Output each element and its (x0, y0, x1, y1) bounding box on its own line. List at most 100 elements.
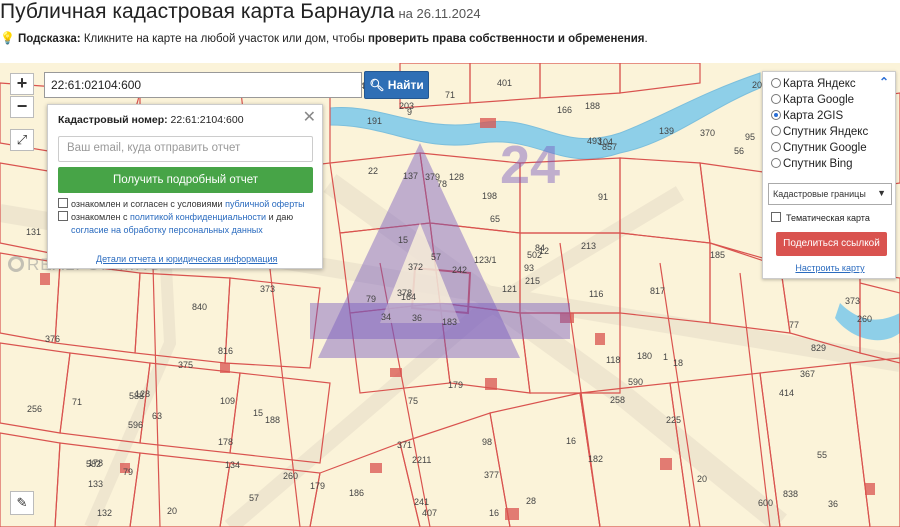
layer-option[interactable]: Спутник Google (771, 142, 867, 154)
parcel-number-label: 15 (253, 408, 263, 418)
parcel-number-label: 132 (97, 508, 112, 518)
parcel-number-label: 134 (225, 460, 240, 470)
parcel-number-label: 84 (535, 243, 545, 253)
parcel-number-label: 188 (265, 415, 280, 425)
parcel-number-label: 65 (490, 214, 500, 224)
parcel-number-label: 131 (26, 227, 41, 237)
parcel-number-label: 857 (602, 142, 617, 152)
privacy-checkbox[interactable] (58, 211, 68, 221)
email-field[interactable]: Ваш email, куда отправить отчет (58, 136, 313, 162)
parcel-number-label: 367 (800, 369, 815, 379)
cadastral-search-input[interactable]: 22:61:02104:600 (44, 72, 362, 98)
parcel-number-label: 188 (585, 101, 600, 111)
realform-icon (8, 256, 24, 272)
parcel-number-label: 407 (422, 508, 437, 518)
parcel-number-label: 71 (445, 90, 455, 100)
parcel-number-label: 817 (650, 286, 665, 296)
parcel-number-label: 116 (589, 289, 603, 299)
radio-button[interactable] (771, 78, 781, 88)
parcel-number-label: 93 (524, 263, 534, 273)
parcel-number-label: 109 (220, 396, 235, 406)
parcel-number-label: 139 (659, 126, 674, 136)
parcel-number-label: 166 (557, 105, 572, 115)
parcel-number-label: 16 (566, 436, 576, 446)
close-icon[interactable]: ✕ (303, 107, 316, 127)
layer-select[interactable]: Кадастровые границы ▼ (768, 183, 892, 205)
layer-select-value: Кадастровые границы (773, 189, 866, 199)
privacy-checkbox-row[interactable]: ознакомлен с политикой конфиденциальност… (58, 211, 293, 237)
zoom-out-button[interactable]: − (10, 96, 34, 118)
parcel-number-label: 57 (431, 252, 441, 262)
radio-button[interactable] (771, 158, 781, 168)
offer-checkbox[interactable] (58, 198, 68, 208)
parcel-number-label: 198 (482, 191, 497, 201)
parcel-number-label: 596 (128, 420, 143, 430)
parcel-number-label: 63 (152, 411, 162, 421)
parcel-number-label: 55 (817, 450, 827, 460)
parcel-number-label: 98 (482, 437, 492, 447)
radio-button[interactable] (771, 142, 781, 152)
get-report-button[interactable]: Получить подробный отчет (58, 167, 313, 193)
details-link[interactable]: Детали отчета и юридическая информация (96, 254, 277, 264)
cadastral-number-label: Кадастровый номер: (58, 114, 168, 126)
layers-panel: ⌃ Карта Яндекс Карта Google Карта 2GIS Спут… (762, 71, 896, 279)
parcel-number-label: 36 (828, 499, 838, 509)
parcel-number-label: 77 (789, 320, 799, 330)
zoom-in-button[interactable]: + (10, 73, 34, 95)
fullscreen-icon[interactable]: ⤢ (10, 129, 34, 151)
layer-option[interactable]: Карта Яндекс (771, 78, 856, 90)
radio-button[interactable] (771, 94, 781, 104)
offer-link[interactable]: публичной оферты (225, 199, 305, 209)
parcel-number-label: 840 (192, 302, 207, 312)
chevron-up-icon[interactable]: ⌃ (879, 75, 889, 89)
layer-option[interactable]: Спутник Яндекс (771, 126, 868, 138)
page-title-text: Публичная кадастровая карта Барнаула (0, 0, 395, 23)
parcel-number-label: 18 (673, 358, 683, 368)
search-button[interactable]: 🔍︎ Найти (364, 71, 429, 99)
parcel-number-label: 28 (526, 496, 536, 506)
parcel-number-label: 16 (489, 508, 499, 518)
layer-option[interactable]: Карта 2GIS (771, 110, 843, 122)
radio-button[interactable] (771, 126, 781, 136)
parcel-number-label: 79 (366, 294, 376, 304)
parcel-number-label: 258 (610, 395, 625, 405)
parcel-number-label: 1 (663, 352, 668, 362)
parcel-number-label: 590 (628, 377, 643, 387)
parcel-number-label: 22 (368, 166, 378, 176)
layer-option-label: Спутник Яндекс (783, 126, 869, 138)
parcel-number-label: 191 (367, 116, 382, 126)
parcel-number-label: 215 (525, 276, 540, 286)
parcel-number-label: 260 (857, 314, 872, 324)
parcel-number-label: 372 (408, 262, 423, 272)
privacy-link[interactable]: политикой конфиденциальности (130, 212, 266, 222)
privacy-text: ознакомлен с (71, 212, 130, 222)
parcel-number-label: 838 (783, 489, 798, 499)
hint-label: Подсказка: (17, 33, 81, 45)
layer-option[interactable]: Карта Google (771, 94, 854, 106)
parcel-number-label: 20 (697, 474, 707, 484)
privacy-mid: и даю (266, 212, 294, 222)
parcel-number-label: 123/1 (474, 255, 497, 265)
parcel-number-label: 34 (381, 312, 391, 322)
cadastral-map[interactable]: 24 183 164 178 502 188 188 128 104 121 36 34 91 20 13… (0, 63, 900, 527)
parcel-number-label: 137 (403, 171, 418, 181)
search-icon: 🔍︎ (369, 78, 385, 92)
hint-end: . (644, 33, 648, 45)
thematic-checkbox[interactable] (771, 212, 781, 222)
parcel-number-label: 91 (598, 192, 608, 202)
thematic-map-checkbox[interactable]: Тематическая карта (771, 212, 870, 223)
offer-checkbox-row[interactable]: ознакомлен и согласен с условиями публич… (58, 198, 305, 211)
parcel-number-label: 71 (72, 397, 82, 407)
parcel-number-label: 378 (397, 288, 412, 298)
consent-link[interactable]: согласие на обработку персональных данны… (71, 225, 263, 235)
parcel-number-label: 121 (502, 284, 517, 294)
share-link-button[interactable]: Поделиться ссылкой (776, 232, 887, 256)
layer-option[interactable]: Спутник Bing (771, 158, 853, 170)
parcel-number-label: 56 (734, 146, 744, 156)
parcel-number-label: 829 (811, 343, 826, 353)
radio-button[interactable] (771, 110, 781, 120)
configure-map-link[interactable]: Настроить карту (763, 263, 897, 273)
ruler-icon[interactable]: ✎ (10, 491, 34, 515)
layer-option-label: Карта Google (783, 94, 855, 106)
parcel-number-label: 79 (123, 467, 133, 477)
